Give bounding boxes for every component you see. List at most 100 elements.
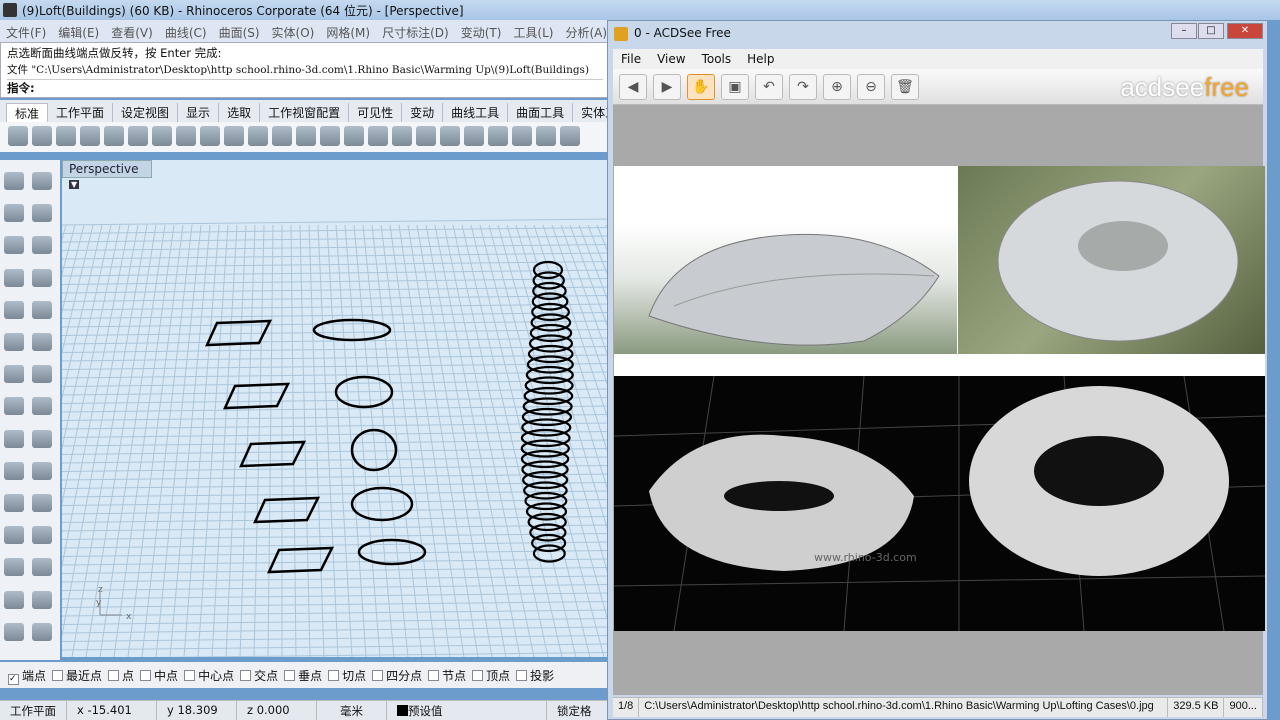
toolbar-tool-icon[interactable]	[368, 126, 388, 146]
menu-item[interactable]: 实体(O)	[272, 24, 315, 40]
left-tool-icon[interactable]	[4, 236, 24, 255]
osnap-6[interactable]: 垂点	[284, 667, 322, 683]
toolbar-tool-icon[interactable]	[344, 126, 364, 146]
menu-item[interactable]: 尺寸标注(D)	[382, 24, 449, 40]
menu-item[interactable]: 文件(F)	[6, 24, 46, 40]
maximize-button[interactable]: □	[1198, 23, 1224, 39]
menu-item[interactable]: 编辑(E)	[58, 24, 99, 40]
rotate-right-button[interactable]: ↷	[789, 74, 817, 100]
menu-item[interactable]: File	[621, 52, 641, 66]
osnap-7[interactable]: 切点	[328, 667, 366, 683]
left-tool-icon[interactable]	[32, 590, 52, 609]
toolbar-tool-icon[interactable]	[8, 126, 28, 146]
tab-5[interactable]: 工作视窗配置	[260, 103, 350, 122]
menu-item[interactable]: 曲线(C)	[165, 24, 207, 40]
close-button[interactable]: ✕	[1227, 23, 1263, 39]
checkbox[interactable]	[52, 670, 64, 681]
left-tool-icon[interactable]	[32, 204, 52, 223]
left-tool-icon[interactable]	[32, 300, 52, 319]
menu-item[interactable]: Tools	[702, 52, 732, 66]
osnap-8[interactable]: 四分点	[372, 667, 422, 683]
left-tool-icon[interactable]	[32, 461, 52, 480]
menu-item[interactable]: 工具(L)	[513, 24, 553, 40]
osnap-9[interactable]: 节点	[428, 667, 466, 683]
perspective-viewport[interactable]: x yz	[0, 160, 983, 719]
toolbar-tool-icon[interactable]	[128, 126, 148, 146]
checkbox[interactable]	[140, 670, 152, 681]
tab-4[interactable]: 选取	[219, 103, 261, 122]
osnap-4[interactable]: 中心点	[184, 667, 234, 683]
left-tool-icon[interactable]	[32, 493, 52, 512]
delete-button[interactable]: 🗑	[891, 74, 919, 100]
toolbar-tool-icon[interactable]	[392, 126, 412, 146]
toolbar-tool-icon[interactable]	[536, 126, 556, 146]
tab-10[interactable]: 实体工具	[573, 103, 610, 122]
toolbar-tool-icon[interactable]	[272, 126, 292, 146]
zoom-out-button[interactable]: ⊖	[857, 74, 885, 100]
toolbar-tool-icon[interactable]	[248, 126, 268, 146]
tab-0[interactable]: 标准	[6, 103, 49, 122]
left-tool-icon[interactable]	[4, 397, 24, 416]
left-tool-icon[interactable]	[32, 397, 52, 416]
checkbox[interactable]	[516, 670, 528, 681]
grid-snap-toggle[interactable]: 锁定格	[547, 701, 602, 720]
forward-button[interactable]: ▶	[653, 74, 681, 100]
tab-9[interactable]: 曲面工具	[508, 103, 574, 122]
toolbar-tool-icon[interactable]	[176, 126, 196, 146]
left-tool-icon[interactable]	[4, 172, 24, 190]
tab-2[interactable]: 设定视图	[113, 103, 179, 122]
fit-button[interactable]: ▣	[721, 74, 749, 100]
checkbox[interactable]	[284, 670, 296, 681]
checkbox[interactable]	[472, 670, 484, 681]
menu-item[interactable]: 网格(M)	[326, 24, 370, 40]
menu-item[interactable]: 变动(T)	[461, 24, 502, 40]
checkbox[interactable]	[428, 670, 440, 681]
tab-3[interactable]: 显示	[178, 103, 220, 122]
toolbar-tool-icon[interactable]	[440, 126, 460, 146]
left-tool-icon[interactable]	[4, 590, 24, 609]
toolbar-tool-icon[interactable]	[224, 126, 244, 146]
left-tool-icon[interactable]	[32, 268, 52, 287]
osnap-1[interactable]: 最近点	[52, 667, 102, 683]
osnap-2[interactable]: 点	[108, 667, 134, 683]
checkbox[interactable]	[372, 670, 384, 681]
tab-6[interactable]: 可见性	[349, 103, 403, 122]
rotate-left-button[interactable]: ↶	[755, 74, 783, 100]
layer-status[interactable]: 预设值	[387, 701, 547, 720]
menu-item[interactable]: 曲面(S)	[219, 24, 260, 40]
image-viewer[interactable]: www.rhino-3d.com	[613, 105, 1266, 695]
osnap-11[interactable]: 投影	[516, 667, 554, 683]
toolbar-tool-icon[interactable]	[296, 126, 316, 146]
left-tool-icon[interactable]	[4, 268, 24, 287]
menu-item[interactable]: 查看(V)	[111, 24, 153, 40]
left-tool-icon[interactable]	[4, 332, 24, 351]
menu-item[interactable]: Help	[747, 52, 774, 66]
checkbox[interactable]	[108, 670, 120, 681]
toolbar-tool-icon[interactable]	[56, 126, 76, 146]
left-tool-icon[interactable]	[4, 493, 24, 512]
minimize-button[interactable]: –	[1171, 23, 1197, 39]
tab-7[interactable]: 变动	[402, 103, 444, 122]
left-tool-icon[interactable]	[4, 204, 24, 223]
toolbar-tool-icon[interactable]	[488, 126, 508, 146]
checkbox[interactable]	[184, 670, 196, 681]
left-tool-icon[interactable]	[4, 365, 24, 384]
toolbar-tool-icon[interactable]	[512, 126, 532, 146]
left-tool-icon[interactable]	[4, 622, 24, 641]
left-tool-icon[interactable]	[4, 461, 24, 480]
osnap-0[interactable]: ✓ 端点	[8, 667, 46, 685]
viewport-tab[interactable]: Perspective ▼	[62, 160, 152, 189]
toolbar-tool-icon[interactable]	[320, 126, 340, 146]
osnap-5[interactable]: 交点	[240, 667, 278, 683]
menu-item[interactable]: 分析(A)	[565, 24, 607, 40]
left-tool-icon[interactable]	[32, 429, 52, 448]
left-tool-icon[interactable]	[4, 526, 24, 545]
checkbox[interactable]	[328, 670, 340, 681]
tab-8[interactable]: 曲线工具	[443, 103, 509, 122]
hand-button[interactable]: ✋	[687, 74, 715, 100]
left-tool-icon[interactable]	[4, 558, 24, 577]
command-prompt[interactable]: 指令:	[7, 79, 603, 97]
toolbar-tool-icon[interactable]	[80, 126, 100, 146]
back-button[interactable]: ◀	[619, 74, 647, 100]
left-tool-icon[interactable]	[32, 236, 52, 255]
